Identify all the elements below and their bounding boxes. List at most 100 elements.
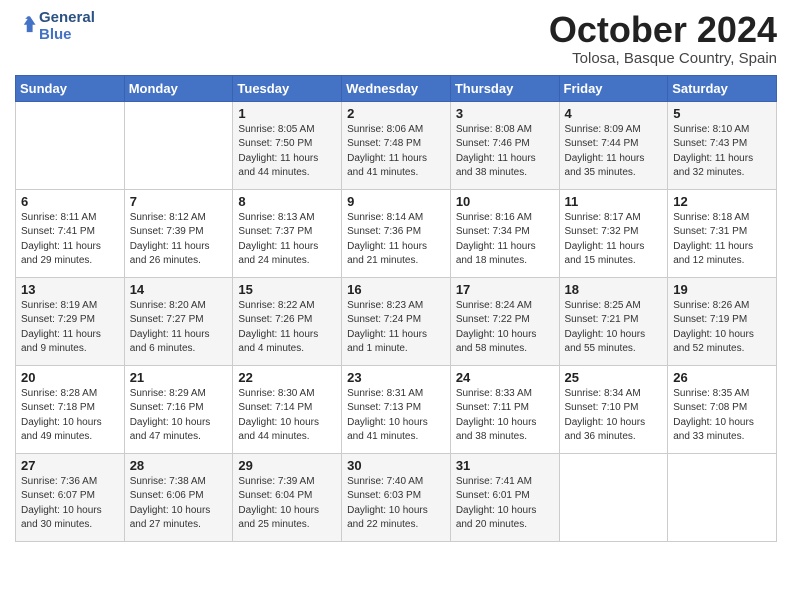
calendar-cell: 17 Sunrise: 8:24 AMSunset: 7:22 PMDayligh… [450, 277, 559, 365]
day-number: 14 [130, 282, 228, 297]
day-number: 12 [673, 194, 771, 209]
day-detail: Sunrise: 8:08 AMSunset: 7:46 PMDaylight:… [456, 123, 554, 181]
day-number: 17 [456, 282, 554, 297]
day-number: 8 [238, 194, 336, 209]
calendar-cell: 16Sunrise: 8:23 AMSunset: 7:24 PMDayligh… [342, 277, 451, 365]
title-block: October 2024 Tolosa, Basque Country, Spa… [549, 10, 777, 67]
week-row-1: 1Sunrise: 8:05 AMSunset: 7:50 PMDaylight… [16, 101, 777, 189]
day-detail: Sunrise: 8:05 AMSunset: 7:50 PMDaylight:… [238, 123, 336, 181]
day-detail: Sunrise: 8:35 AMSunset: 7:08 PMDaylight:… [673, 387, 771, 445]
calendar-cell: 2Sunrise: 8:06 AMSunset: 7:48 PMDaylight… [342, 101, 451, 189]
day-header-thursday: Thursday [450, 75, 559, 101]
calendar-cell: 22Sunrise: 8:30 AMSunset: 7:14 PMDayligh… [233, 365, 342, 453]
day-detail: Sunrise: 8:06 AMSunset: 7:48 PMDaylight:… [347, 123, 445, 181]
day-header-wednesday: Wednesday [342, 75, 451, 101]
calendar-cell: 23Sunrise: 8:31 AMSunset: 7:13 PMDayligh… [342, 365, 451, 453]
calendar-cell: 10Sunrise: 8:16 AMSunset: 7:34 PMDayligh… [450, 189, 559, 277]
day-number: 6 [21, 194, 119, 209]
day-detail: Sunrise: 8:16 AMSunset: 7:34 PMDaylight:… [456, 211, 554, 269]
calendar-cell: 7 Sunrise: 8:12 AMSunset: 7:39 PMDaylight… [124, 189, 233, 277]
day-number: 20 [21, 370, 119, 385]
location: Tolosa, Basque Country, Spain [549, 50, 777, 67]
day-detail: Sunrise: 7:39 AMSunset: 6:04 PMDaylight:… [238, 475, 336, 533]
day-detail: Sunrise: 8:11 AMSunset: 7:41 PMDaylight:… [21, 211, 119, 269]
day-detail: Sunrise: 8:33 AMSunset: 7:11 PMDaylight:… [456, 387, 554, 445]
week-row-3: 13 Sunrise: 8:19 AMSunset: 7:29 PMDayligh… [16, 277, 777, 365]
page-header: General Blue October 2024 Tolosa, Basque… [15, 10, 777, 67]
day-detail: Sunrise: 8:12 AMSunset: 7:39 PMDaylight:… [130, 211, 228, 269]
day-detail: Sunrise: 7:40 AMSunset: 6:03 PMDaylight:… [347, 475, 445, 533]
day-number: 3 [456, 106, 554, 121]
day-detail: Sunrise: 8:18 AMSunset: 7:31 PMDaylight:… [673, 211, 771, 269]
day-number: 13 [21, 282, 119, 297]
day-detail: Sunrise: 8:10 AMSunset: 7:43 PMDaylight:… [673, 123, 771, 181]
calendar-cell: 6 Sunrise: 8:11 AMSunset: 7:41 PMDaylight… [16, 189, 125, 277]
calendar-cell: 9 Sunrise: 8:14 AMSunset: 7:36 PMDaylight… [342, 189, 451, 277]
day-detail: Sunrise: 8:25 AMSunset: 7:21 PMDaylight:… [565, 299, 663, 357]
day-number: 16 [347, 282, 445, 297]
calendar-cell: 14 Sunrise: 8:20 AMSunset: 7:27 PMDayligh… [124, 277, 233, 365]
calendar-cell: 26 Sunrise: 8:35 AMSunset: 7:08 PMDayligh… [668, 365, 777, 453]
day-detail: Sunrise: 8:26 AMSunset: 7:19 PMDaylight:… [673, 299, 771, 357]
week-row-4: 20Sunrise: 8:28 AMSunset: 7:18 PMDayligh… [16, 365, 777, 453]
calendar-cell: 19 Sunrise: 8:26 AMSunset: 7:19 PMDayligh… [668, 277, 777, 365]
day-header-saturday: Saturday [668, 75, 777, 101]
day-detail: Sunrise: 8:09 AMSunset: 7:44 PMDaylight:… [565, 123, 663, 181]
calendar-cell: 3 Sunrise: 8:08 AMSunset: 7:46 PMDaylight… [450, 101, 559, 189]
day-number: 24 [456, 370, 554, 385]
day-detail: Sunrise: 8:17 AMSunset: 7:32 PMDaylight:… [565, 211, 663, 269]
day-number: 30 [347, 458, 445, 473]
calendar-cell: 27Sunrise: 7:36 AMSunset: 6:07 PMDayligh… [16, 453, 125, 541]
day-detail: Sunrise: 8:29 AMSunset: 7:16 PMDaylight:… [130, 387, 228, 445]
calendar-cell: 4 Sunrise: 8:09 AMSunset: 7:44 PMDaylight… [559, 101, 668, 189]
calendar-cell: 15 Sunrise: 8:22 AMSunset: 7:26 PMDayligh… [233, 277, 342, 365]
logo-line1: General [39, 10, 95, 27]
day-number: 26 [673, 370, 771, 385]
day-number: 23 [347, 370, 445, 385]
day-detail: Sunrise: 8:14 AMSunset: 7:36 PMDaylight:… [347, 211, 445, 269]
day-number: 21 [130, 370, 228, 385]
calendar-cell: 18 Sunrise: 8:25 AMSunset: 7:21 PMDayligh… [559, 277, 668, 365]
day-detail: Sunrise: 8:19 AMSunset: 7:29 PMDaylight:… [21, 299, 119, 357]
day-detail: Sunrise: 7:36 AMSunset: 6:07 PMDaylight:… [21, 475, 119, 533]
day-detail: Sunrise: 8:34 AMSunset: 7:10 PMDaylight:… [565, 387, 663, 445]
day-detail: Sunrise: 7:38 AMSunset: 6:06 PMDaylight:… [130, 475, 228, 533]
calendar-cell [124, 101, 233, 189]
logo: General Blue [15, 10, 95, 43]
week-row-2: 6 Sunrise: 8:11 AMSunset: 7:41 PMDaylight… [16, 189, 777, 277]
day-detail: Sunrise: 8:30 AMSunset: 7:14 PMDaylight:… [238, 387, 336, 445]
calendar-cell: 30 Sunrise: 7:40 AMSunset: 6:03 PMDayligh… [342, 453, 451, 541]
day-detail: Sunrise: 7:41 AMSunset: 6:01 PMDaylight:… [456, 475, 554, 533]
day-number: 18 [565, 282, 663, 297]
day-detail: Sunrise: 8:22 AMSunset: 7:26 PMDaylight:… [238, 299, 336, 357]
calendar-cell: 5 Sunrise: 8:10 AMSunset: 7:43 PMDaylight… [668, 101, 777, 189]
day-number: 15 [238, 282, 336, 297]
day-number: 4 [565, 106, 663, 121]
calendar-cell: 20Sunrise: 8:28 AMSunset: 7:18 PMDayligh… [16, 365, 125, 453]
calendar-cell: 1Sunrise: 8:05 AMSunset: 7:50 PMDaylight… [233, 101, 342, 189]
week-row-5: 27Sunrise: 7:36 AMSunset: 6:07 PMDayligh… [16, 453, 777, 541]
logo-line2: Blue [39, 27, 95, 44]
calendar-cell: 31 Sunrise: 7:41 AMSunset: 6:01 PMDayligh… [450, 453, 559, 541]
day-number: 11 [565, 194, 663, 209]
day-header-tuesday: Tuesday [233, 75, 342, 101]
day-number: 28 [130, 458, 228, 473]
day-number: 7 [130, 194, 228, 209]
calendar-cell: 28 Sunrise: 7:38 AMSunset: 6:06 PMDayligh… [124, 453, 233, 541]
day-number: 31 [456, 458, 554, 473]
logo-icon [15, 13, 37, 35]
day-number: 19 [673, 282, 771, 297]
calendar-table: SundayMondayTuesdayWednesdayThursdayFrid… [15, 75, 777, 542]
days-header-row: SundayMondayTuesdayWednesdayThursdayFrid… [16, 75, 777, 101]
calendar-cell: 8Sunrise: 8:13 AMSunset: 7:37 PMDaylight… [233, 189, 342, 277]
day-number: 9 [347, 194, 445, 209]
day-header-sunday: Sunday [16, 75, 125, 101]
day-detail: Sunrise: 8:20 AMSunset: 7:27 PMDaylight:… [130, 299, 228, 357]
day-number: 25 [565, 370, 663, 385]
day-detail: Sunrise: 8:24 AMSunset: 7:22 PMDaylight:… [456, 299, 554, 357]
calendar-cell: 21 Sunrise: 8:29 AMSunset: 7:16 PMDayligh… [124, 365, 233, 453]
calendar-cell: 11 Sunrise: 8:17 AMSunset: 7:32 PMDayligh… [559, 189, 668, 277]
day-number: 5 [673, 106, 771, 121]
day-header-friday: Friday [559, 75, 668, 101]
calendar-cell [668, 453, 777, 541]
